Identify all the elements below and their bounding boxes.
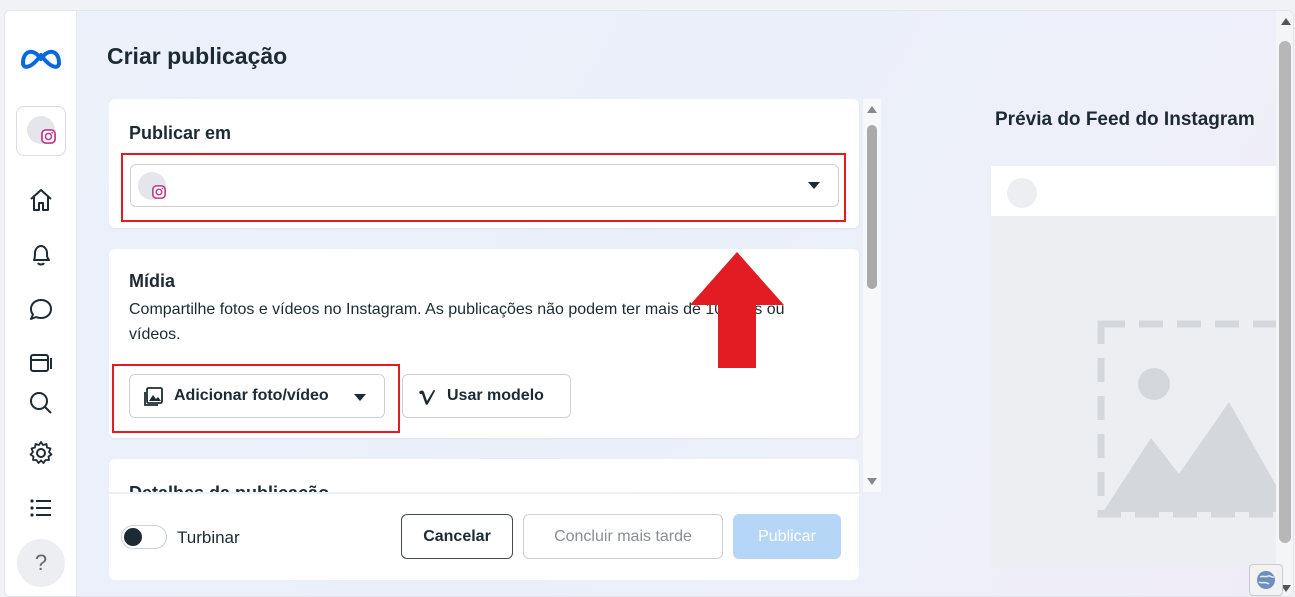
scroll-down-icon[interactable] (867, 478, 877, 485)
help-button[interactable]: ? (17, 539, 65, 587)
finish-later-button[interactable]: Concluir mais tarde (523, 514, 723, 559)
avatar (1007, 178, 1037, 208)
use-template-label: Usar modelo (447, 387, 544, 404)
scroll-thumb[interactable] (1279, 41, 1291, 543)
publish-to-card: Publicar em (109, 99, 859, 228)
gear-icon[interactable] (27, 439, 55, 467)
arrow-up-icon (690, 252, 784, 368)
cancel-button[interactable]: Cancelar (401, 514, 513, 559)
globe-icon (1257, 571, 1275, 589)
preview-media (991, 216, 1293, 568)
scroll-thumb[interactable] (867, 125, 877, 289)
page-scrollbar[interactable] (1276, 11, 1293, 596)
chat-icon[interactable] (27, 296, 55, 324)
compose-footer: Turbinar Cancelar Concluir mais tarde Pu… (109, 494, 859, 580)
bell-icon[interactable] (27, 241, 55, 269)
boost-label: Turbinar (177, 528, 240, 547)
preview-title: Prévia do Feed do Instagram (995, 109, 1255, 130)
image-placeholder-icon (1097, 320, 1293, 518)
publish-to-heading: Publicar em (129, 123, 232, 143)
instagram-icon (41, 129, 56, 144)
globe-button[interactable] (1249, 564, 1283, 596)
app-window: ? Criar publicação Publicar em Mídia Com… (4, 10, 1294, 597)
scroll-up-icon[interactable] (867, 106, 877, 113)
page-title: Criar publicação (107, 43, 288, 69)
account-switcher[interactable] (16, 106, 66, 156)
vimeo-icon (419, 390, 435, 405)
meta-logo[interactable] (19, 43, 63, 71)
main-area: Criar publicação Publicar em Mídia Compa… (77, 11, 1293, 596)
preview-card (991, 166, 1293, 568)
toggle-knob (124, 528, 142, 546)
highlight-box (112, 364, 400, 433)
media-heading: Mídia (129, 271, 176, 291)
highlight-box (121, 153, 846, 222)
media-icon[interactable] (27, 349, 55, 377)
details-card: Detalhes da publicação (109, 459, 859, 492)
left-nav: ? (5, 11, 77, 596)
list-icon[interactable] (27, 494, 55, 522)
use-template-button[interactable]: Usar modelo (402, 374, 571, 418)
panel-scrollbar[interactable] (863, 99, 881, 492)
details-heading: Detalhes da publicação (129, 483, 329, 492)
boost-toggle[interactable] (121, 525, 167, 549)
publish-button[interactable]: Publicar (733, 514, 841, 559)
scroll-up-icon[interactable] (1281, 18, 1291, 25)
home-icon[interactable] (27, 186, 55, 214)
search-icon[interactable] (27, 389, 55, 417)
